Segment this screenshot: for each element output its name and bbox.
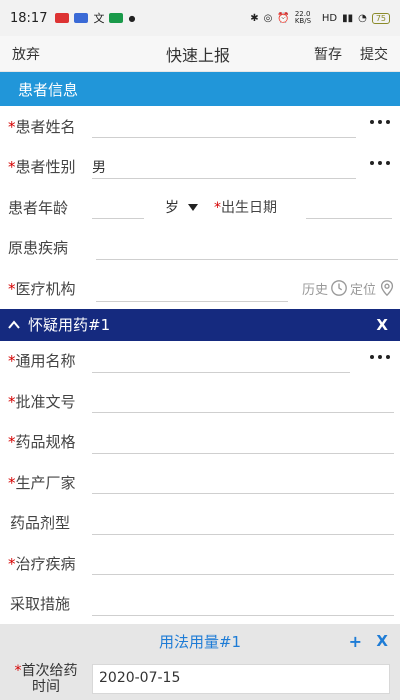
birth-date-input[interactable] (306, 193, 392, 219)
patient-name-row: *患者姓名 (0, 106, 400, 147)
manufacturer-label: *生产厂家 (8, 473, 76, 492)
treated-disease-input[interactable] (92, 551, 394, 575)
patient-age-label: 患者年龄 (8, 198, 69, 217)
cancel-button[interactable]: 放弃 (12, 44, 82, 64)
birth-date-label: *出生日期 (214, 200, 277, 217)
first-dose-row: *首次给药 时间 2020-07-15 (0, 658, 400, 700)
patient-name-label: *患者姓名 (8, 117, 76, 136)
institution-input[interactable] (96, 278, 288, 302)
dosage-form-label: 药品剂型 (10, 514, 71, 533)
drug-section-close-button[interactable]: X (376, 316, 388, 334)
drug-spec-input[interactable] (92, 430, 394, 454)
first-dose-label: *首次给药 时间 (14, 663, 78, 695)
translate-notification-icon: 文 (93, 12, 105, 25)
generic-name-more-icon[interactable] (370, 354, 390, 359)
submit-button[interactable]: 提交 (360, 44, 388, 64)
patient-gender-more-icon[interactable] (370, 160, 390, 165)
dosage-form-input[interactable] (92, 511, 394, 535)
patient-gender-label: *患者性别 (8, 158, 76, 177)
usage-section-title: 用法用量#1 (158, 632, 242, 651)
page-title: 快速上报 (165, 45, 230, 65)
patient-gender-row: *患者性别 男 (0, 147, 400, 188)
manufacturer-row: *生产厂家 (0, 462, 400, 503)
generic-name-input[interactable] (92, 349, 350, 373)
approval-number-label: *批准文号 (8, 392, 76, 411)
treated-disease-label: *治疗疾病 (8, 554, 76, 573)
patient-section-header: 患者信息 (0, 72, 400, 106)
location-pin-icon[interactable] (378, 279, 396, 297)
signal-icon: ▮▮ (342, 12, 354, 24)
add-usage-button[interactable]: + (349, 632, 362, 651)
patient-name-more-icon[interactable] (370, 120, 390, 124)
battery-icon: 75 (371, 12, 390, 24)
institution-row: *医疗机构 历史 定位 (0, 268, 400, 309)
usage-dosage-panel: 用法用量#1 + X *首次给药 时间 2020-07-15 (0, 624, 400, 700)
original-disease-input[interactable] (96, 236, 398, 260)
drug-spec-row: *药品规格 (0, 422, 400, 463)
patient-section-title: 患者信息 (18, 80, 79, 99)
dot-icon: ● (128, 13, 136, 23)
drug-section-header[interactable]: 怀疑用药#1 X (0, 308, 400, 341)
original-disease-label: 原患疾病 (8, 239, 69, 258)
vibrate-icon: ◎ (263, 12, 273, 24)
original-disease-row: 原患疾病 (0, 228, 400, 269)
status-bar: 18:17 文 ● ✱ ◎ ⏰ 22.0 KB/S HD ▮▮ ◔ 75 (0, 0, 400, 36)
save-draft-button[interactable]: 暂存 (314, 44, 342, 64)
first-dose-date-input[interactable]: 2020-07-15 (92, 664, 390, 694)
clock: 18:17 (10, 10, 48, 26)
manufacturer-input[interactable] (92, 470, 394, 494)
video-notification-icon (74, 13, 89, 23)
network-speed: 22.0 KB/S (294, 10, 312, 25)
wifi-icon: ◔ (358, 12, 367, 24)
system-icons: ✱ ◎ ⏰ 22.0 KB/S HD ▮▮ ◔ 75 (250, 11, 390, 25)
patient-name-input[interactable] (92, 114, 356, 138)
generic-name-row: *通用名称 (0, 341, 400, 382)
dosage-form-row: 药品剂型 (0, 503, 400, 544)
top-nav-bar: 放弃 快速上报 暂存 提交 (0, 36, 400, 72)
institution-label: *医疗机构 (8, 279, 76, 298)
network-type: HD (321, 12, 338, 24)
app-notification-icon (55, 13, 70, 23)
clock-icon[interactable] (330, 279, 348, 297)
bluetooth-icon: ✱ (250, 12, 259, 24)
patient-gender-input[interactable]: 男 (92, 155, 356, 179)
history-button[interactable]: 历史 (302, 279, 328, 298)
approval-number-row: *批准文号 (0, 381, 400, 422)
generic-name-label: *通用名称 (8, 352, 76, 371)
measures-row: 采取措施 (0, 584, 400, 625)
patient-age-row: 患者年龄 岁 *出生日期 (0, 187, 400, 228)
drug-section-title: 怀疑用药#1 (28, 316, 111, 334)
institution-actions: 历史 定位 (302, 279, 396, 298)
age-unit-select[interactable]: 岁 (165, 197, 179, 217)
age-unit-dropdown-icon[interactable] (188, 204, 198, 211)
measures-input[interactable] (92, 592, 394, 616)
alarm-icon: ⏰ (277, 12, 290, 24)
locate-button[interactable]: 定位 (350, 279, 376, 298)
chevron-up-icon[interactable] (8, 319, 20, 331)
patient-age-input[interactable] (92, 193, 144, 219)
approval-number-input[interactable] (92, 389, 394, 413)
drug-spec-label: *药品规格 (8, 433, 76, 452)
chat-notification-icon (109, 13, 124, 23)
notification-icons: 文 ● (55, 10, 135, 26)
usage-close-button[interactable]: X (376, 632, 388, 650)
measures-label: 采取措施 (10, 595, 71, 614)
usage-section-header: 用法用量#1 + X (0, 624, 400, 658)
treated-disease-row: *治疗疾病 (0, 543, 400, 584)
